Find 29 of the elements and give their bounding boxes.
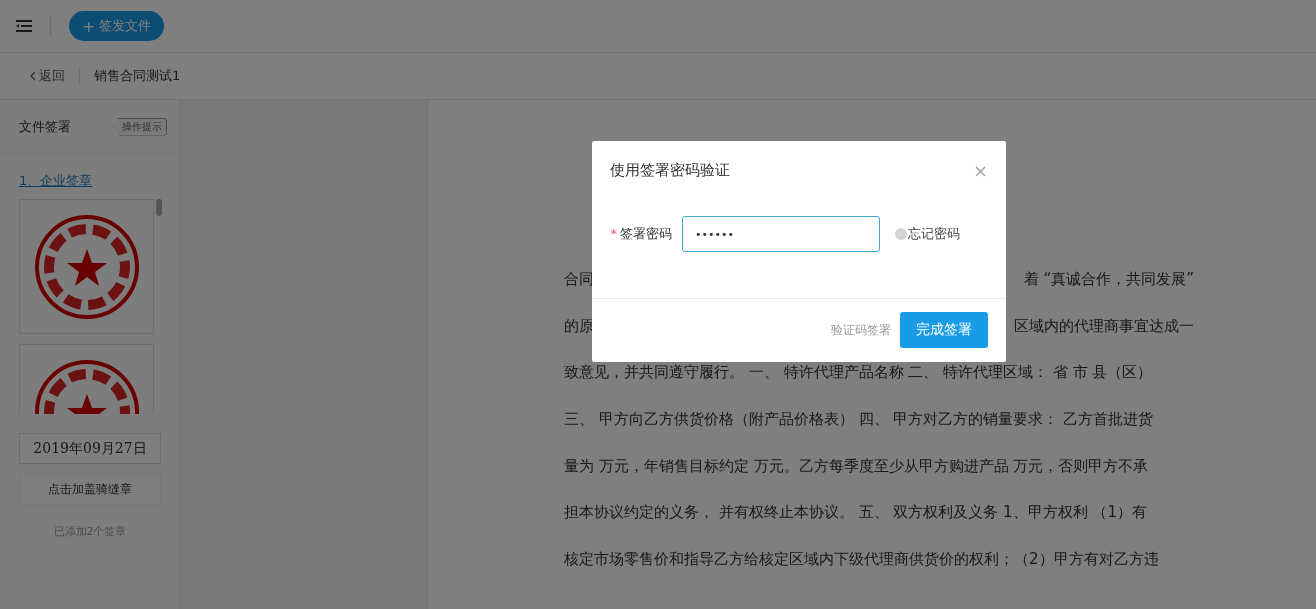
help-icon: [895, 228, 907, 240]
field-label: 签署密码: [620, 226, 672, 241]
scrollbar-thumb[interactable]: [156, 199, 162, 216]
seal-card[interactable]: [19, 199, 154, 334]
new-document-button[interactable]: + 签发文件: [69, 11, 165, 41]
code-sign-link[interactable]: 验证码签署: [831, 321, 891, 339]
menu-icon[interactable]: [16, 20, 32, 32]
document-text: 核定市场零售价和指导乙方给核定区域内下级代理商供货价的权利；（2）甲方有对乙方违: [564, 550, 1159, 571]
back-link[interactable]: 返回: [30, 67, 65, 85]
date-stamp: 2019年09月27日: [19, 433, 161, 464]
required-mark: *: [610, 226, 617, 241]
forgot-password-link[interactable]: 忘记密码: [895, 216, 960, 252]
dialog-title: 使用签署密码验证: [610, 160, 730, 180]
document-text: 致意见，并共同遵守履行。 一、 特许代理产品名称 二、 特许代理区域： 省 市 县（区）: [564, 363, 1153, 384]
close-button[interactable]: ×: [972, 159, 988, 181]
section-link[interactable]: 1、企业签章: [19, 172, 179, 190]
document-text: 区域内的代理商事宜达成一: [1014, 316, 1194, 337]
password-field[interactable]: ••••••: [682, 216, 880, 252]
document-text: 三、 甲方向乙方供货价格（附产品价格表） 四、 甲方对乙方的销量要求： 乙方首批进货: [564, 410, 1154, 431]
document-text: 着 “真诚合作，共同发展”: [1023, 270, 1194, 290]
hint-button[interactable]: 操作提示: [113, 117, 167, 136]
document-text: 担本协议约定的义务， 并有权终止本协议。 五、 双方权利及义务 1、甲方权利 （1）有: [564, 503, 1147, 524]
chevron-left-icon: [30, 71, 36, 81]
document-title: 销售合同测试1: [94, 67, 181, 85]
seam-seal-button[interactable]: 点击加盖骑缝章: [19, 473, 161, 506]
finish-sign-button[interactable]: 完成签署: [900, 312, 988, 348]
document-text: 量为 万元，年销售目标约定 万元。乙方每季度至少从甲方购进产品 万元，否则甲方不承: [564, 456, 1149, 477]
document-text: 合同: [564, 270, 594, 290]
panel-title: 文件签署: [19, 117, 71, 136]
